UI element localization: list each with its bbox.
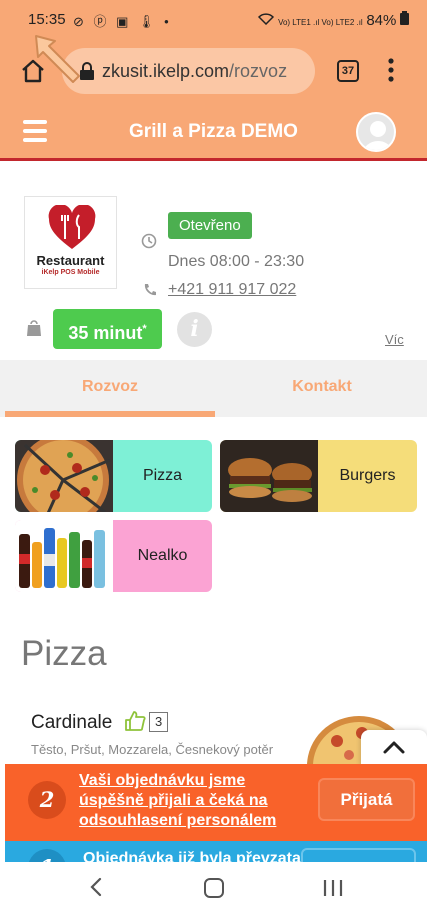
notification-button[interactable]: [301, 848, 416, 862]
tab-switcher-button[interactable]: 37: [337, 60, 359, 82]
home-nav-icon[interactable]: [204, 878, 224, 898]
like-count: 3: [149, 712, 169, 732]
battery-icon: [400, 11, 409, 28]
drinks-image: [15, 520, 113, 592]
pizza-image: [15, 440, 113, 512]
category-nealko[interactable]: Nealko: [15, 520, 212, 592]
product-description: Těsto, Pršut, Mozzarela, Česnekový potěr: [31, 742, 274, 757]
more-options-icon[interactable]: [388, 58, 394, 82]
network-signal: Vo) LTE1 .ıl Vo) LTE2 .ıl: [278, 18, 363, 27]
delivery-time-badge: 35 minut*: [53, 309, 162, 349]
notification-text[interactable]: Objednávka již byla převzata: [83, 850, 301, 862]
tab-bar: Rozvoz Kontakt: [0, 360, 427, 417]
recent-apps-icon[interactable]: [322, 878, 344, 898]
tab-kontakt[interactable]: Kontakt: [217, 360, 427, 417]
accepted-button[interactable]: Přijatá: [318, 778, 415, 821]
opening-hours: Dnes 08:00 - 23:30: [168, 253, 305, 270]
category-label: Burgers: [339, 467, 396, 484]
phone-link[interactable]: +421 911 917 022: [168, 281, 296, 299]
battery-level: 84%: [366, 12, 397, 29]
category-label: Nealko: [137, 547, 188, 564]
url-domain: zkusit.ikelp.com: [102, 61, 230, 81]
phone-icon: [143, 283, 157, 297]
delivery-time: 35 minut: [68, 323, 143, 343]
scroll-to-top-button[interactable]: [361, 730, 427, 766]
category-label: Pizza: [142, 467, 183, 484]
url-path: /rozvoz: [229, 61, 288, 81]
status-time: 15:35: [28, 11, 66, 28]
status-right: Vo) LTE1 .ıl Vo) LTE2 .ıl 84%: [258, 11, 409, 29]
thumbs-up-icon[interactable]: [124, 710, 146, 732]
pointer-arrow-icon: [33, 33, 85, 85]
notification-number: 2: [28, 781, 66, 819]
bag-icon: [26, 319, 42, 337]
app-header: Grill a Pizza DEMO: [0, 103, 427, 161]
restaurant-logo: Restaurant iKelp POS Mobile: [24, 196, 117, 289]
notification-icons: ⊘ ⓟ ▣ 🌡 •: [73, 14, 172, 29]
user-avatar[interactable]: [356, 112, 396, 152]
product-name[interactable]: Cardinale: [31, 712, 112, 734]
more-link[interactable]: Víc: [385, 332, 404, 347]
burgers-image: [220, 440, 318, 512]
heart-logo-icon: [48, 204, 96, 251]
address-bar[interactable]: zkusit.ikelp.com/rozvoz: [62, 48, 315, 94]
logo-name: Restaurant: [36, 253, 105, 268]
order-notification: 2 Vaši objednávku jsme úspěšně přijali a…: [5, 764, 427, 841]
clock-icon: [141, 233, 157, 249]
logo-subtitle: iKelp POS Mobile: [41, 269, 100, 276]
tab-rozvoz[interactable]: Rozvoz: [5, 360, 215, 417]
url-text: zkusit.ikelp.com/rozvoz: [102, 61, 287, 82]
category-burgers[interactable]: Burgers: [220, 440, 417, 512]
notification-text[interactable]: Vaši objednávku jsme úspěšně přijali a č…: [79, 771, 309, 831]
wifi-icon: [258, 13, 278, 28]
section-title: Pizza: [21, 634, 107, 673]
back-icon[interactable]: [86, 876, 108, 898]
notification-number: 1: [28, 849, 66, 862]
order-notification-2: 1 Objednávka již byla převzata: [5, 841, 427, 862]
status-badge: Otevřeno: [168, 212, 252, 239]
system-nav-bar: [0, 862, 427, 912]
info-icon[interactable]: i: [177, 312, 212, 347]
category-pizza[interactable]: Pizza: [15, 440, 212, 512]
delivery-time-mark: *: [142, 323, 147, 335]
